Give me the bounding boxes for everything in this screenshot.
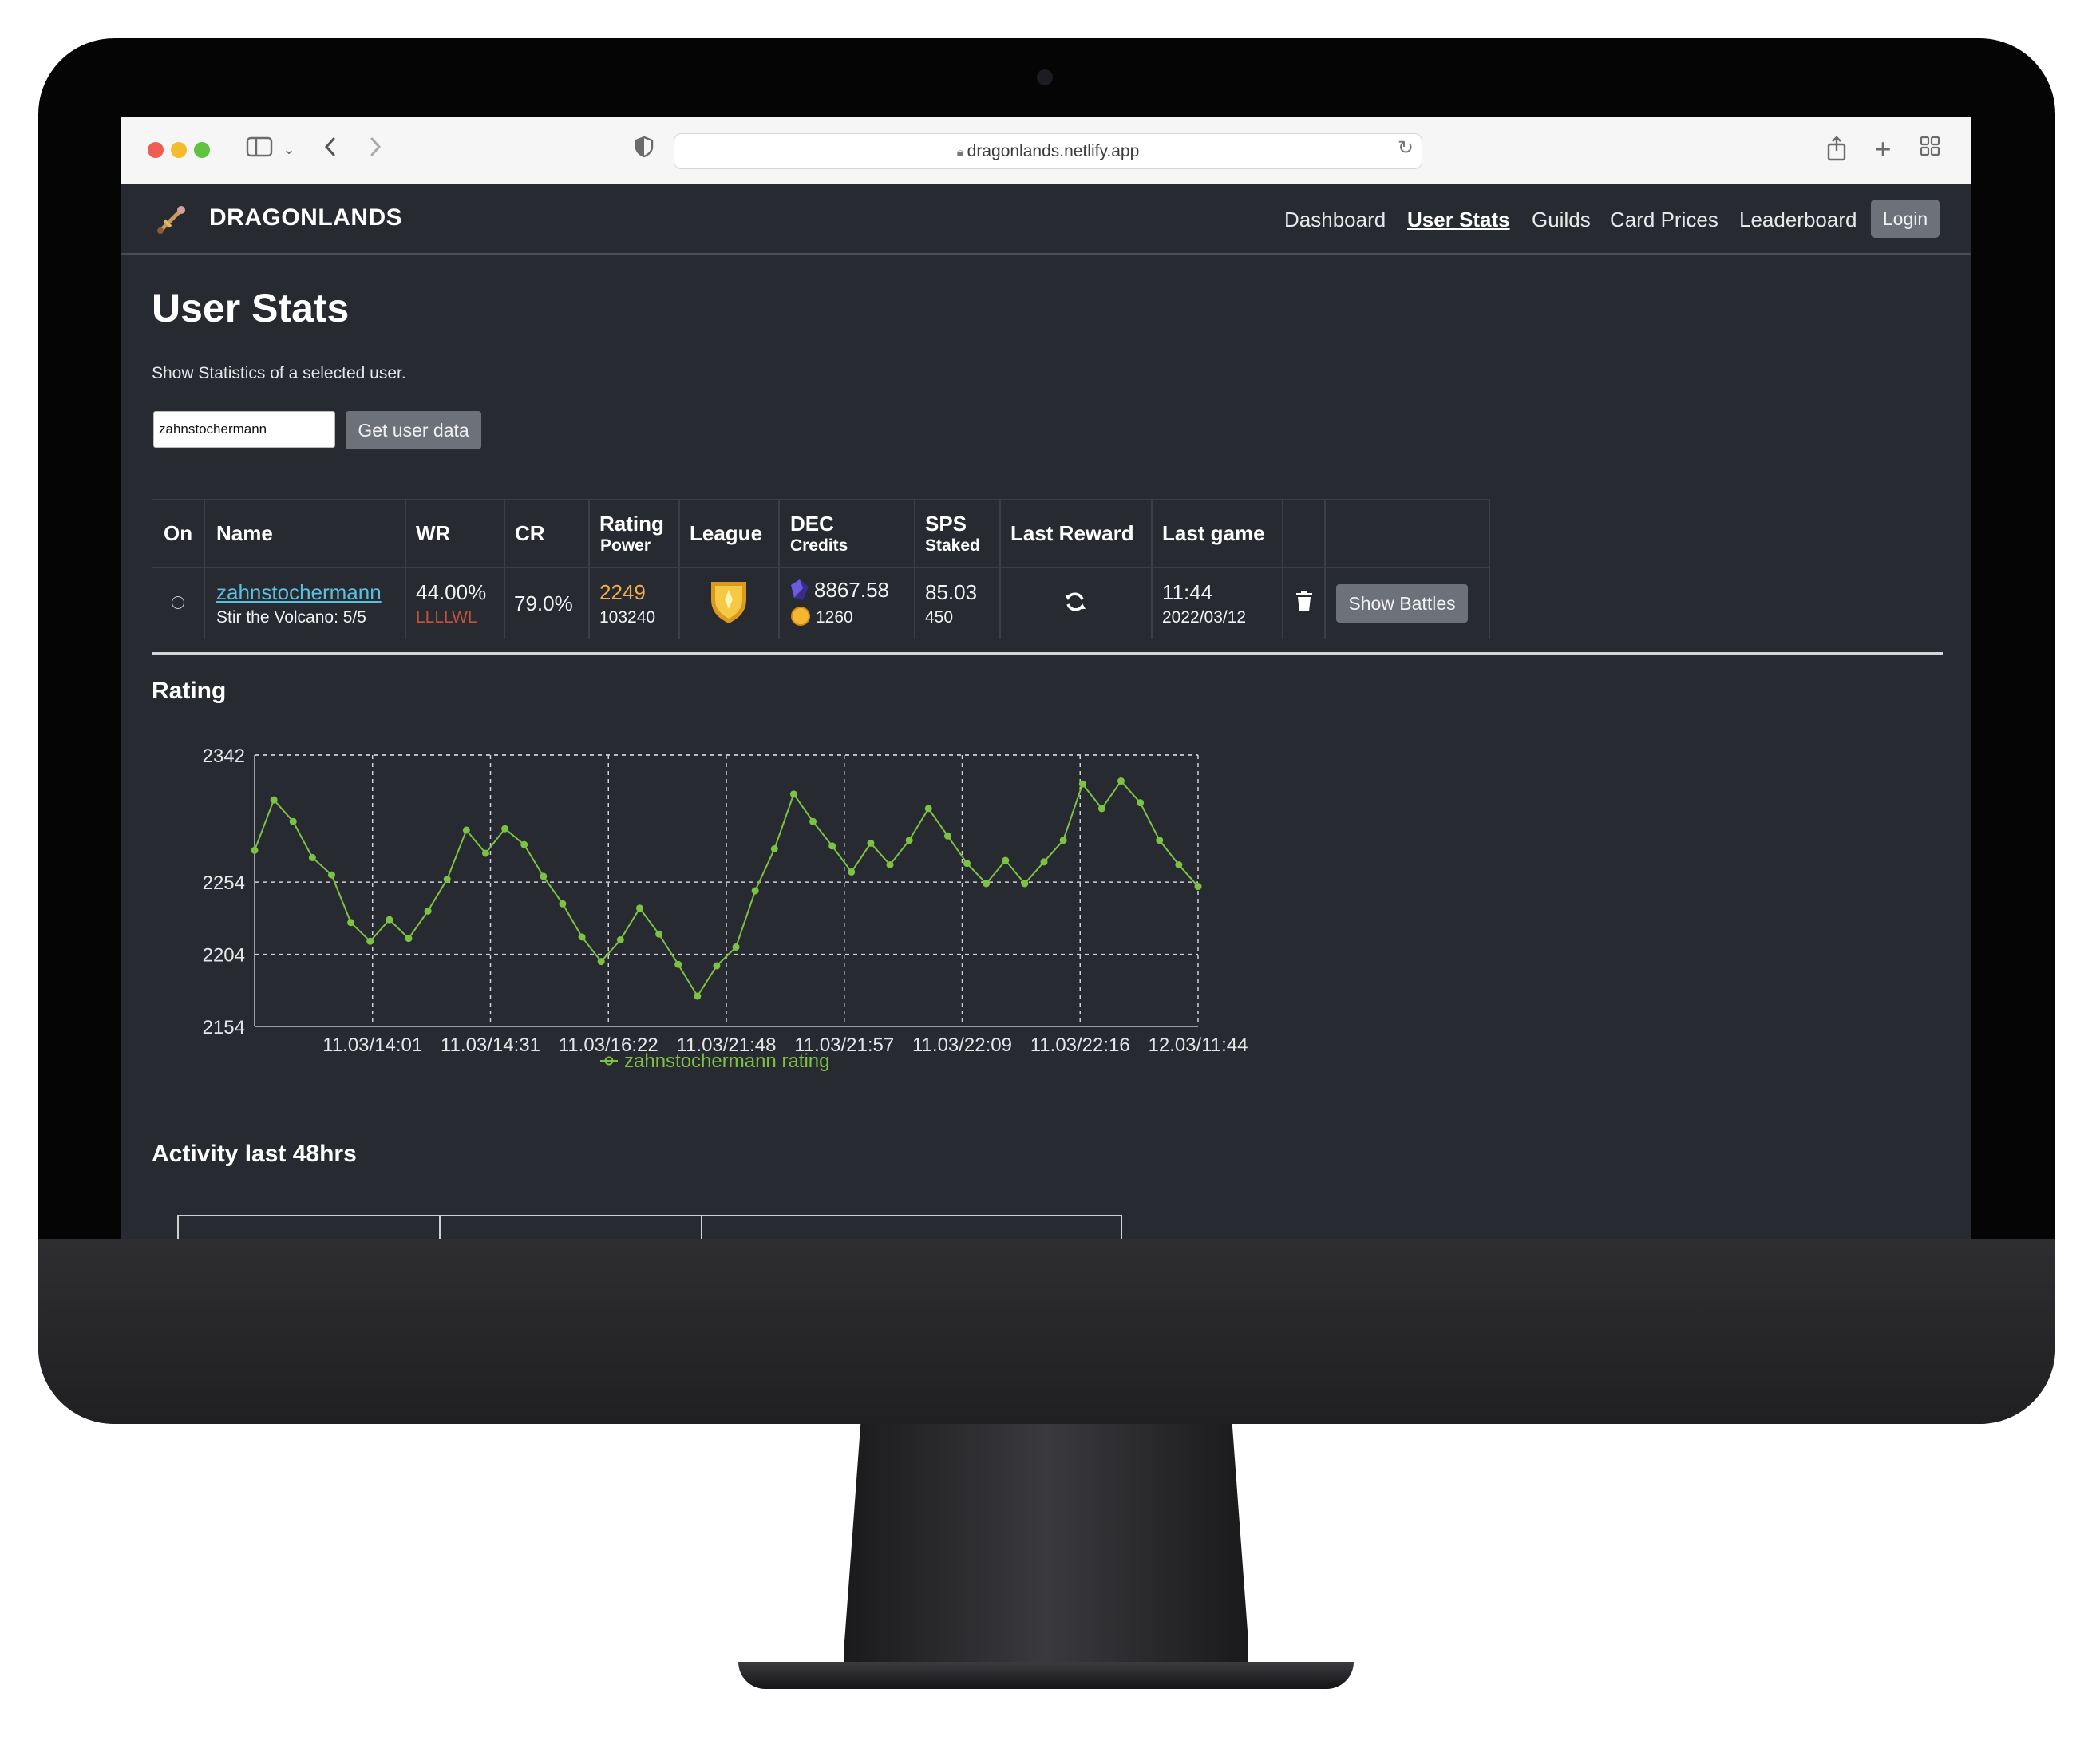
rating-data-point [443,876,451,884]
rating-data-point [251,846,259,854]
rating-data-point [597,958,605,966]
rating-data-point [905,837,913,844]
screen: ⌄ 🔒︎ dragonlands.netlify.app ↻ + DRAGONL… [121,117,1971,1239]
rating-data-point [1021,880,1029,888]
x-tick-label: 11.03/22:09 [912,1034,1012,1056]
x-tick-label: 12.03/11:44 [1148,1034,1248,1056]
rating-data-point [886,860,894,868]
rating-data-point [347,919,355,927]
rating-data-point [963,860,971,868]
rating-data-point [559,900,567,908]
monitor-stand [844,1424,1248,1671]
rating-data-point [655,930,663,938]
activity-section-title: Activity last 48hrs [152,1141,357,1167]
rating-data-point [386,916,393,924]
activity-chart-divider [701,1215,702,1239]
rating-data-point [405,935,413,943]
rating-data-point [943,832,951,840]
rating-data-point [327,871,335,879]
rating-data-point [366,937,374,945]
rating-data-point [540,872,548,880]
rating-data-point [713,962,721,970]
rating-data-point [1156,837,1164,844]
monitor-stand-base [738,1662,1354,1689]
x-tick-label: 11.03/22:16 [1030,1034,1130,1056]
activity-chart-frame [177,1215,1122,1239]
y-tick-label: 2154 [203,1017,245,1038]
rating-data-point [424,907,432,915]
rating-data-point [789,790,797,798]
rating-data-point [867,839,875,847]
rating-data-point [481,849,489,857]
monitor-chin [38,1239,2055,1424]
rating-data-point [1117,777,1125,785]
rating-data-point [1137,799,1145,807]
rating-data-point [924,805,932,813]
rating-chart: 2342 2254 2204 2154 11.03/14:01 11.03/14:31 11… [203,746,1248,1072]
rating-data-point [751,887,759,895]
rating-data-point [520,840,528,848]
rating-data-point [1059,837,1067,844]
rating-data-point [501,825,509,833]
rating-data-point [635,904,643,912]
rating-data-point [578,933,586,941]
y-tick-label: 2254 [203,872,245,894]
rating-data-point [289,817,297,825]
rating-data-point [1078,780,1086,788]
rating-data-point [770,845,778,853]
rating-data-point [1002,856,1010,864]
rating-data-point [1097,805,1105,813]
rating-data-point [983,880,991,888]
legend-label: zahnstochermann rating [624,1050,829,1072]
rating-data-point [462,826,470,834]
activity-chart-divider [439,1215,441,1239]
rating-data-point [732,943,740,951]
rating-data-point [848,868,856,876]
x-tick-label: 11.03/14:01 [322,1034,422,1056]
rating-data-point [694,992,702,1000]
rating-data-point [828,842,836,850]
rating-data-point [1175,860,1183,868]
camera-icon [1037,69,1053,85]
x-tick-label: 11.03/14:31 [441,1034,540,1056]
rating-data-point [616,935,624,943]
rating-data-point [809,817,817,825]
rating-data-point [270,796,278,804]
rating-data-point [1194,883,1202,891]
rating-data-point [308,853,316,861]
y-tick-label: 2204 [203,945,245,967]
y-tick-label: 2342 [203,746,245,767]
rating-data-point [674,960,682,968]
rating-data-point [1040,858,1048,866]
